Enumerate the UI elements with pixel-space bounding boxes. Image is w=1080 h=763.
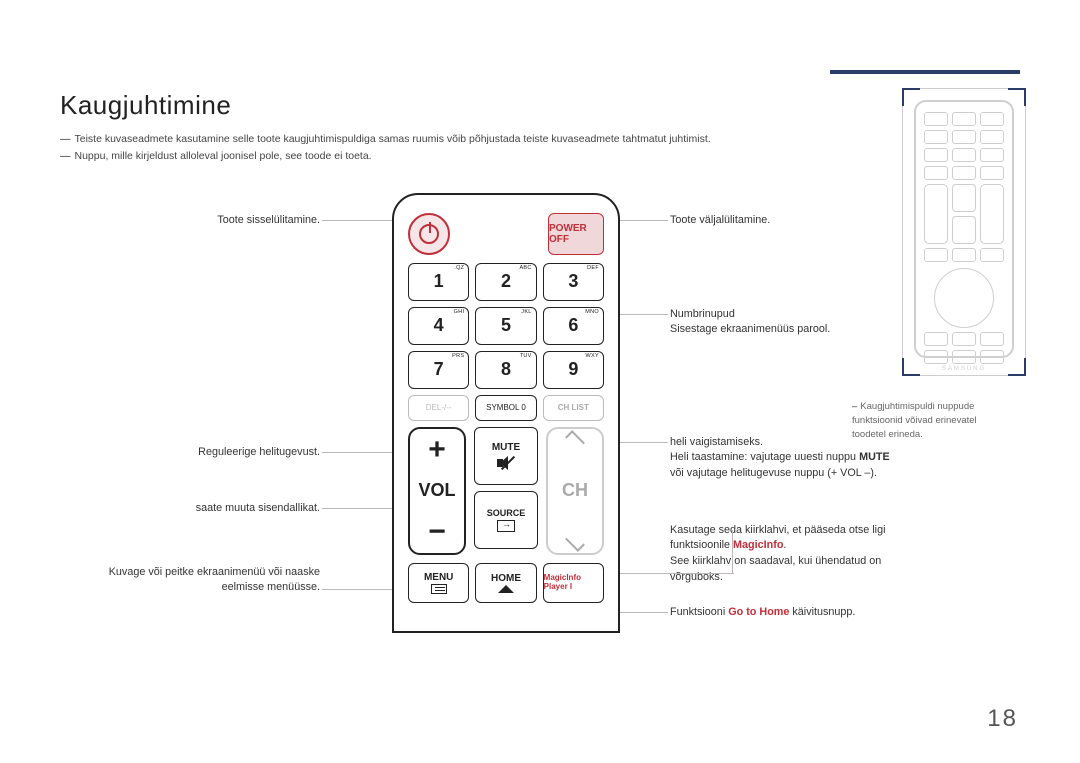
leader-line: [732, 530, 733, 573]
menu-button: MENU: [408, 563, 469, 603]
leader-line: [613, 314, 668, 315]
key-5: 5JKL: [475, 307, 536, 345]
plus-icon: +: [428, 435, 446, 465]
ghost-brand: SAMSUNG: [924, 366, 1004, 372]
key-chlist: CH LIST: [543, 395, 604, 421]
chevron-up-icon: [565, 430, 585, 450]
label-volume: Reguleerige helitugevust.: [140, 445, 320, 461]
power-icon: [419, 224, 439, 244]
key-6: 6MNO: [543, 307, 604, 345]
key-del: DEL-/--: [408, 395, 469, 421]
volume-rocker: + VOL −: [408, 427, 466, 555]
magicinfo-button: MagicInfo Player I: [543, 563, 604, 603]
ghost-remote: SAMSUNG: [914, 100, 1014, 358]
note-1: Teiste kuvaseadmete kasutamine selle too…: [75, 133, 711, 145]
key-1: 1.QZ: [408, 263, 469, 301]
key-8: 8TUV: [475, 351, 536, 389]
label-menu: Kuvage või peitke ekraanimenüü või naask…: [100, 565, 320, 596]
intro-notes: ―Teiste kuvaseadmete kasutamine selle to…: [60, 131, 1020, 165]
key-2: 2ABC: [475, 263, 536, 301]
home-button: HOME: [475, 563, 536, 603]
chevron-down-icon: [565, 532, 585, 552]
label-numbers: Numbrinupud Sisestage ekraanimenüüs paro…: [670, 307, 910, 338]
label-power-on: Toote sisselülitamine.: [140, 213, 320, 229]
label-source: saate muuta sisendallikat.: [140, 501, 320, 517]
page-title: Kaugjuhtimine: [60, 90, 1020, 121]
label-home: Funktsiooni Go to Home käivitusnupp.: [670, 605, 930, 621]
key-3: 3DEF: [543, 263, 604, 301]
label-magicinfo: Kasutage seda kiirklahvi, et pääseda ots…: [670, 523, 920, 586]
power-off-button: POWER OFF: [548, 213, 604, 255]
leader-line: [322, 220, 397, 221]
header-rule: [830, 70, 1020, 74]
source-button: SOURCE: [474, 491, 538, 549]
number-pad: 1.QZ 2ABC 3DEF 4GHI 5JKL 6MNO 7PRS 8TUV …: [408, 263, 604, 421]
remote-body: POWER OFF 1.QZ 2ABC 3DEF 4GHI 5JKL 6MNO …: [392, 193, 620, 633]
key-4: 4GHI: [408, 307, 469, 345]
mute-icon: [497, 456, 515, 470]
label-power-off: Toote väljalülitamine.: [670, 213, 890, 229]
key-7: 7PRS: [408, 351, 469, 389]
page-number: 18: [987, 705, 1018, 733]
leader-line: [322, 452, 397, 453]
mute-button: MUTE: [474, 427, 538, 485]
leader-line: [616, 573, 734, 574]
vol-label: VOL: [418, 480, 455, 501]
side-note: –Kaugjuhtimispuldi nuppude funktsioonid …: [852, 400, 1012, 441]
key-9: 9WXY: [543, 351, 604, 389]
key-symbol: SYMBOL 0: [475, 395, 536, 421]
ch-label: CH: [562, 480, 588, 501]
label-mute: heli vaigistamiseks. Heli taastamine: va…: [670, 435, 930, 482]
menu-icon: [431, 584, 447, 594]
note-2: Nuppu, mille kirjeldust alloleval joonis…: [75, 150, 372, 162]
power-on-button: [408, 213, 450, 255]
minus-icon: −: [428, 517, 446, 547]
channel-rocker: CH: [546, 427, 604, 555]
leader-line: [613, 220, 668, 221]
home-icon: [498, 585, 514, 593]
source-icon: [497, 520, 515, 532]
